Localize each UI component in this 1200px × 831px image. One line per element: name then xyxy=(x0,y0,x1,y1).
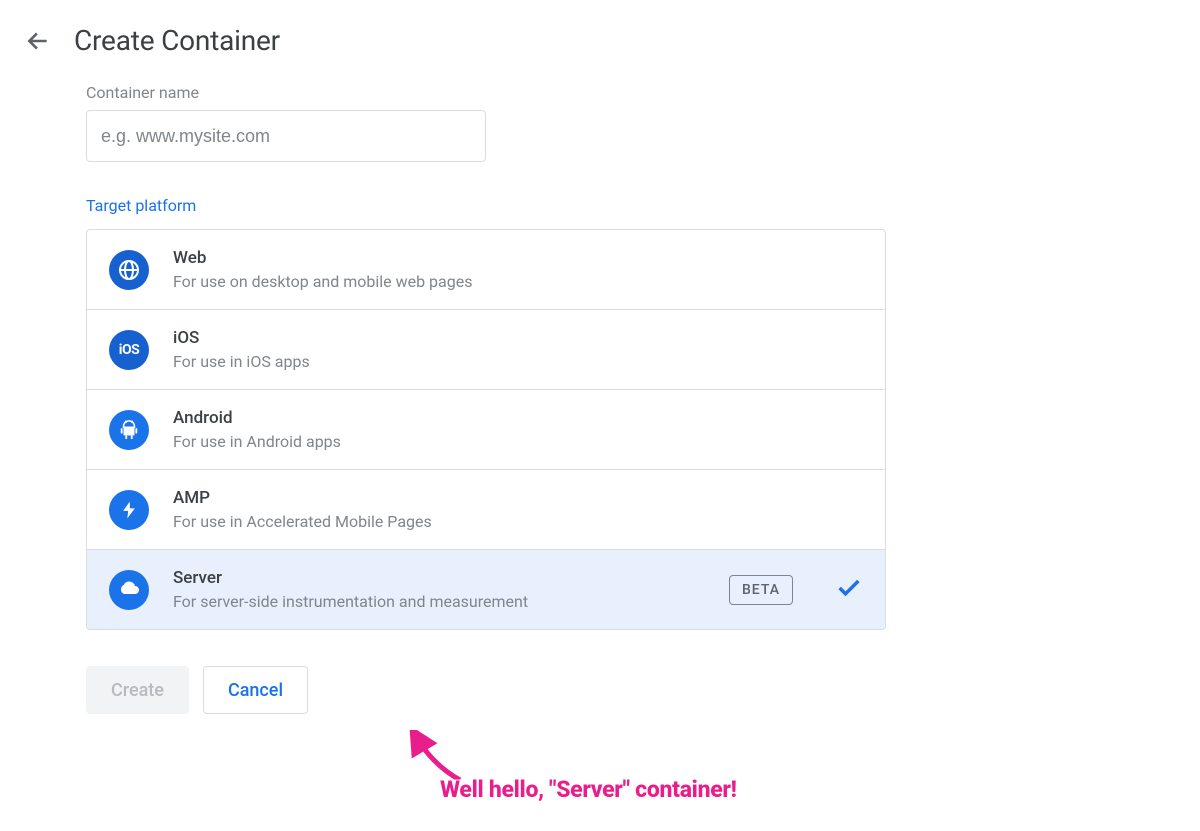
platform-desc: For use in Android apps xyxy=(173,432,863,451)
ios-icon: iOS xyxy=(109,330,149,370)
platform-list: Web For use on desktop and mobile web pa… xyxy=(86,229,886,630)
platform-title: Android xyxy=(173,408,863,428)
platform-option-android[interactable]: Android For use in Android apps xyxy=(87,390,885,470)
platform-option-amp[interactable]: AMP For use in Accelerated Mobile Pages xyxy=(87,470,885,550)
cloud-icon xyxy=(109,570,149,610)
platform-desc: For server-side instrumentation and meas… xyxy=(173,592,705,611)
target-platform-label: Target platform xyxy=(86,196,1200,215)
annotation-text: Well hello, "Server" container! xyxy=(440,776,737,803)
platform-title: iOS xyxy=(173,328,863,348)
android-icon xyxy=(109,410,149,450)
lightning-icon xyxy=(109,490,149,530)
platform-desc: For use in Accelerated Mobile Pages xyxy=(173,512,863,531)
platform-option-ios[interactable]: iOS iOS For use in iOS apps xyxy=(87,310,885,390)
back-button[interactable] xyxy=(24,27,52,55)
platform-title: Server xyxy=(173,568,705,588)
platform-desc: For use on desktop and mobile web pages xyxy=(173,272,863,291)
cancel-button[interactable]: Cancel xyxy=(203,666,308,714)
page-title: Create Container xyxy=(74,24,280,57)
create-button[interactable]: Create xyxy=(86,666,189,714)
container-name-input[interactable] xyxy=(86,110,486,162)
platform-option-server[interactable]: Server For server-side instrumentation a… xyxy=(87,550,885,629)
check-icon xyxy=(835,574,863,606)
arrow-left-icon xyxy=(25,28,51,54)
platform-desc: For use in iOS apps xyxy=(173,352,863,371)
globe-icon xyxy=(109,250,149,290)
platform-title: Web xyxy=(173,248,863,268)
beta-badge: BETA xyxy=(729,575,793,605)
platform-title: AMP xyxy=(173,488,863,508)
platform-option-web[interactable]: Web For use on desktop and mobile web pa… xyxy=(87,230,885,310)
container-name-label: Container name xyxy=(86,83,1200,102)
